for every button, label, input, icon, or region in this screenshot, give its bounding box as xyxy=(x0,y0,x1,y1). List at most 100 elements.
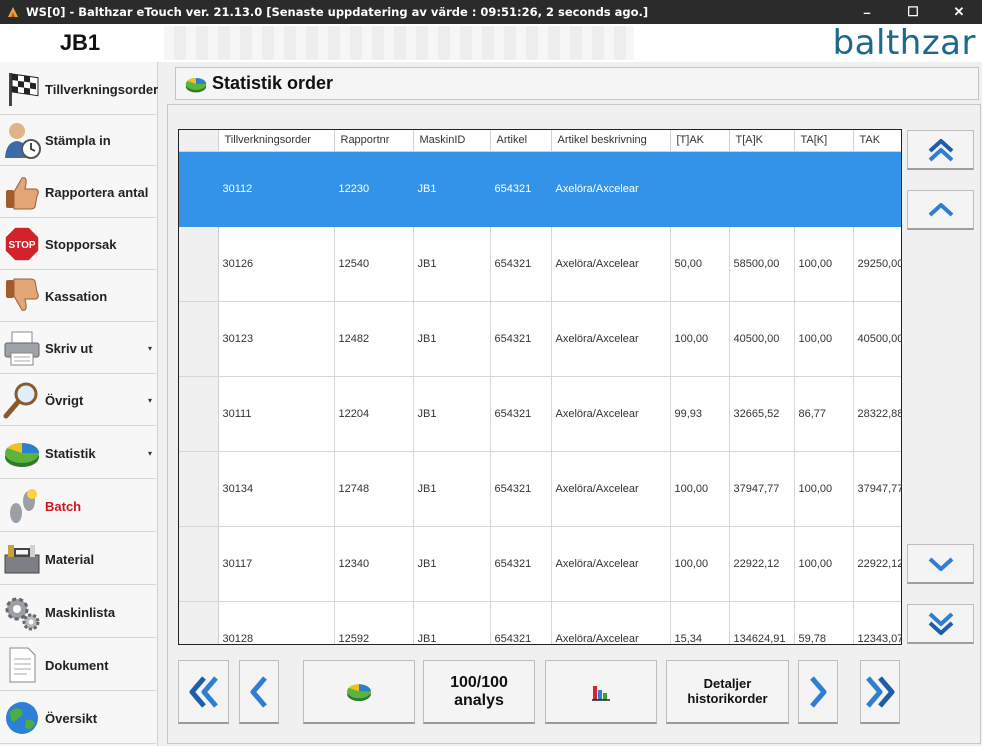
table-cell[interactable]: 134624,91 xyxy=(729,601,795,644)
table-cell[interactable]: 654321 xyxy=(490,226,552,302)
table-cell[interactable]: 12748 xyxy=(334,451,414,527)
table-cell[interactable]: 30128 xyxy=(218,601,335,644)
scroll-up-button[interactable] xyxy=(907,190,974,230)
table-cell[interactable]: Axelöra/Axcelear xyxy=(551,376,671,452)
table-row[interactable]: 30117 12340 JB1 654321 Axelöra/Axcelear 100,0… xyxy=(179,526,901,602)
next-page-button[interactable] xyxy=(798,660,838,724)
first-page-button[interactable] xyxy=(178,660,229,724)
table-cell[interactable]: 30112 xyxy=(218,151,335,227)
sidebar-item-stopporsak[interactable]: STOP Stopporsak xyxy=(0,219,156,270)
order-statistics-grid[interactable]: Tillverkningsorder Rapportnr MaskinID Ar… xyxy=(178,129,902,645)
table-cell[interactable]: 37947,77 xyxy=(729,451,795,527)
sidebar-item-stampla-in[interactable]: Stämpla in xyxy=(0,115,156,166)
analys-button[interactable]: 100/100 analys xyxy=(423,660,535,724)
maximize-button[interactable]: ☐ xyxy=(890,0,936,24)
table-cell[interactable]: 100,00 xyxy=(794,451,854,527)
row-header[interactable] xyxy=(179,226,219,302)
table-cell[interactable]: 15,34 xyxy=(670,601,730,644)
sidebar-item-maskinlista[interactable]: Maskinlista xyxy=(0,587,156,638)
table-cell[interactable]: 30134 xyxy=(218,451,335,527)
table-cell[interactable]: 12340 xyxy=(334,526,414,602)
table-cell[interactable]: 12592 xyxy=(334,601,414,644)
sidebar-item-kassation[interactable]: Kassation xyxy=(0,271,156,322)
column-header[interactable]: Tillverkningsorder xyxy=(218,130,335,152)
sidebar-item-ovrigt[interactable]: Övrigt ▾ xyxy=(0,375,156,426)
sidebar-item-batch[interactable]: Batch xyxy=(0,481,156,532)
table-cell[interactable]: 654321 xyxy=(490,376,552,452)
sidebar-item-material[interactable]: Material xyxy=(0,534,156,585)
table-cell[interactable] xyxy=(729,151,795,227)
table-cell[interactable]: 12204 xyxy=(334,376,414,452)
sidebar-item-statistik[interactable]: Statistik ▾ xyxy=(0,428,156,479)
table-cell[interactable]: 100,00 xyxy=(794,526,854,602)
table-row[interactable]: 30128 12592 JB1 654321 Axelöra/Axcelear 15,34… xyxy=(179,601,901,644)
table-cell[interactable]: Axelöra/Axcelear xyxy=(551,301,671,377)
column-header[interactable]: Artikel xyxy=(490,130,552,152)
table-cell[interactable]: 30111 xyxy=(218,376,335,452)
table-cell[interactable]: Axelöra/Axcelear xyxy=(551,151,671,227)
table-cell[interactable]: 40500,00 xyxy=(853,301,901,377)
previous-page-button[interactable] xyxy=(239,660,279,724)
row-header[interactable] xyxy=(179,151,219,227)
table-cell[interactable]: 12540 xyxy=(334,226,414,302)
table-cell[interactable]: 12482 xyxy=(334,301,414,377)
table-cell[interactable]: 100,00 xyxy=(794,226,854,302)
table-cell[interactable]: 30126 xyxy=(218,226,335,302)
table-cell[interactable]: 99,93 xyxy=(670,376,730,452)
last-page-button[interactable] xyxy=(860,660,900,724)
table-cell[interactable]: 654321 xyxy=(490,526,552,602)
table-cell[interactable]: Axelöra/Axcelear xyxy=(551,451,671,527)
row-header[interactable] xyxy=(179,601,219,644)
table-cell[interactable]: 59,78 xyxy=(794,601,854,644)
table-cell[interactable]: Axelöra/Axcelear xyxy=(551,526,671,602)
table-row[interactable]: 30112 12230 JB1 654321 Axelöra/Axcelear xyxy=(179,151,901,227)
table-cell[interactable]: 654321 xyxy=(490,601,552,644)
column-header[interactable]: TAK xyxy=(853,130,901,152)
table-cell[interactable]: 100,00 xyxy=(670,451,730,527)
scroll-down-button[interactable] xyxy=(907,544,974,584)
table-row[interactable]: 30123 12482 JB1 654321 Axelöra/Axcelear 100,0… xyxy=(179,301,901,377)
table-cell[interactable]: 32665,52 xyxy=(729,376,795,452)
table-cell[interactable]: 12230 xyxy=(334,151,414,227)
close-button[interactable]: ✕ xyxy=(936,0,982,24)
column-header[interactable]: T[A]K xyxy=(729,130,795,152)
table-row[interactable]: 30126 12540 JB1 654321 Axelöra/Axcelear 50,00… xyxy=(179,226,901,302)
table-cell[interactable]: 654321 xyxy=(490,301,552,377)
table-cell[interactable]: 22922,12 xyxy=(729,526,795,602)
table-cell[interactable]: 654321 xyxy=(490,151,552,227)
table-cell[interactable]: JB1 xyxy=(413,526,491,602)
column-header[interactable]: [T]AK xyxy=(670,130,730,152)
table-cell[interactable]: 37947,77 xyxy=(853,451,901,527)
table-cell[interactable]: 12343,07 xyxy=(853,601,901,644)
table-cell[interactable]: JB1 xyxy=(413,301,491,377)
table-row[interactable]: 30134 12748 JB1 654321 Axelöra/Axcelear 100,0… xyxy=(179,451,901,527)
table-cell[interactable]: 100,00 xyxy=(794,301,854,377)
column-header[interactable]: Rapportnr xyxy=(334,130,414,152)
table-cell[interactable]: 30123 xyxy=(218,301,335,377)
column-header[interactable]: MaskinID xyxy=(413,130,491,152)
table-cell[interactable]: 100,00 xyxy=(670,301,730,377)
table-cell[interactable] xyxy=(853,151,901,227)
scroll-bottom-button[interactable] xyxy=(907,604,974,644)
table-cell[interactable]: JB1 xyxy=(413,601,491,644)
row-header[interactable] xyxy=(179,301,219,377)
sidebar-item-rapportera-antal[interactable]: Rapportera antal xyxy=(0,167,156,218)
table-cell[interactable]: Axelöra/Axcelear xyxy=(551,226,671,302)
row-header[interactable] xyxy=(179,526,219,602)
table-cell[interactable]: 40500,00 xyxy=(729,301,795,377)
column-header[interactable]: TA[K] xyxy=(794,130,854,152)
table-cell[interactable]: 30117 xyxy=(218,526,335,602)
table-cell[interactable]: JB1 xyxy=(413,451,491,527)
row-header[interactable] xyxy=(179,376,219,452)
table-cell[interactable] xyxy=(794,151,854,227)
sidebar-item-oversikt[interactable]: Översikt xyxy=(0,693,156,744)
table-cell[interactable]: JB1 xyxy=(413,226,491,302)
sidebar-item-tillverkningsorder[interactable]: Tillverkningsorder xyxy=(0,64,158,115)
table-cell[interactable]: 654321 xyxy=(490,451,552,527)
table-cell[interactable]: JB1 xyxy=(413,376,491,452)
table-cell[interactable]: 22922,12 xyxy=(853,526,901,602)
column-header[interactable]: Artikel beskrivning xyxy=(551,130,671,152)
table-row[interactable]: 30111 12204 JB1 654321 Axelöra/Axcelear 99,93… xyxy=(179,376,901,452)
table-cell[interactable] xyxy=(670,151,730,227)
table-cell[interactable]: JB1 xyxy=(413,151,491,227)
